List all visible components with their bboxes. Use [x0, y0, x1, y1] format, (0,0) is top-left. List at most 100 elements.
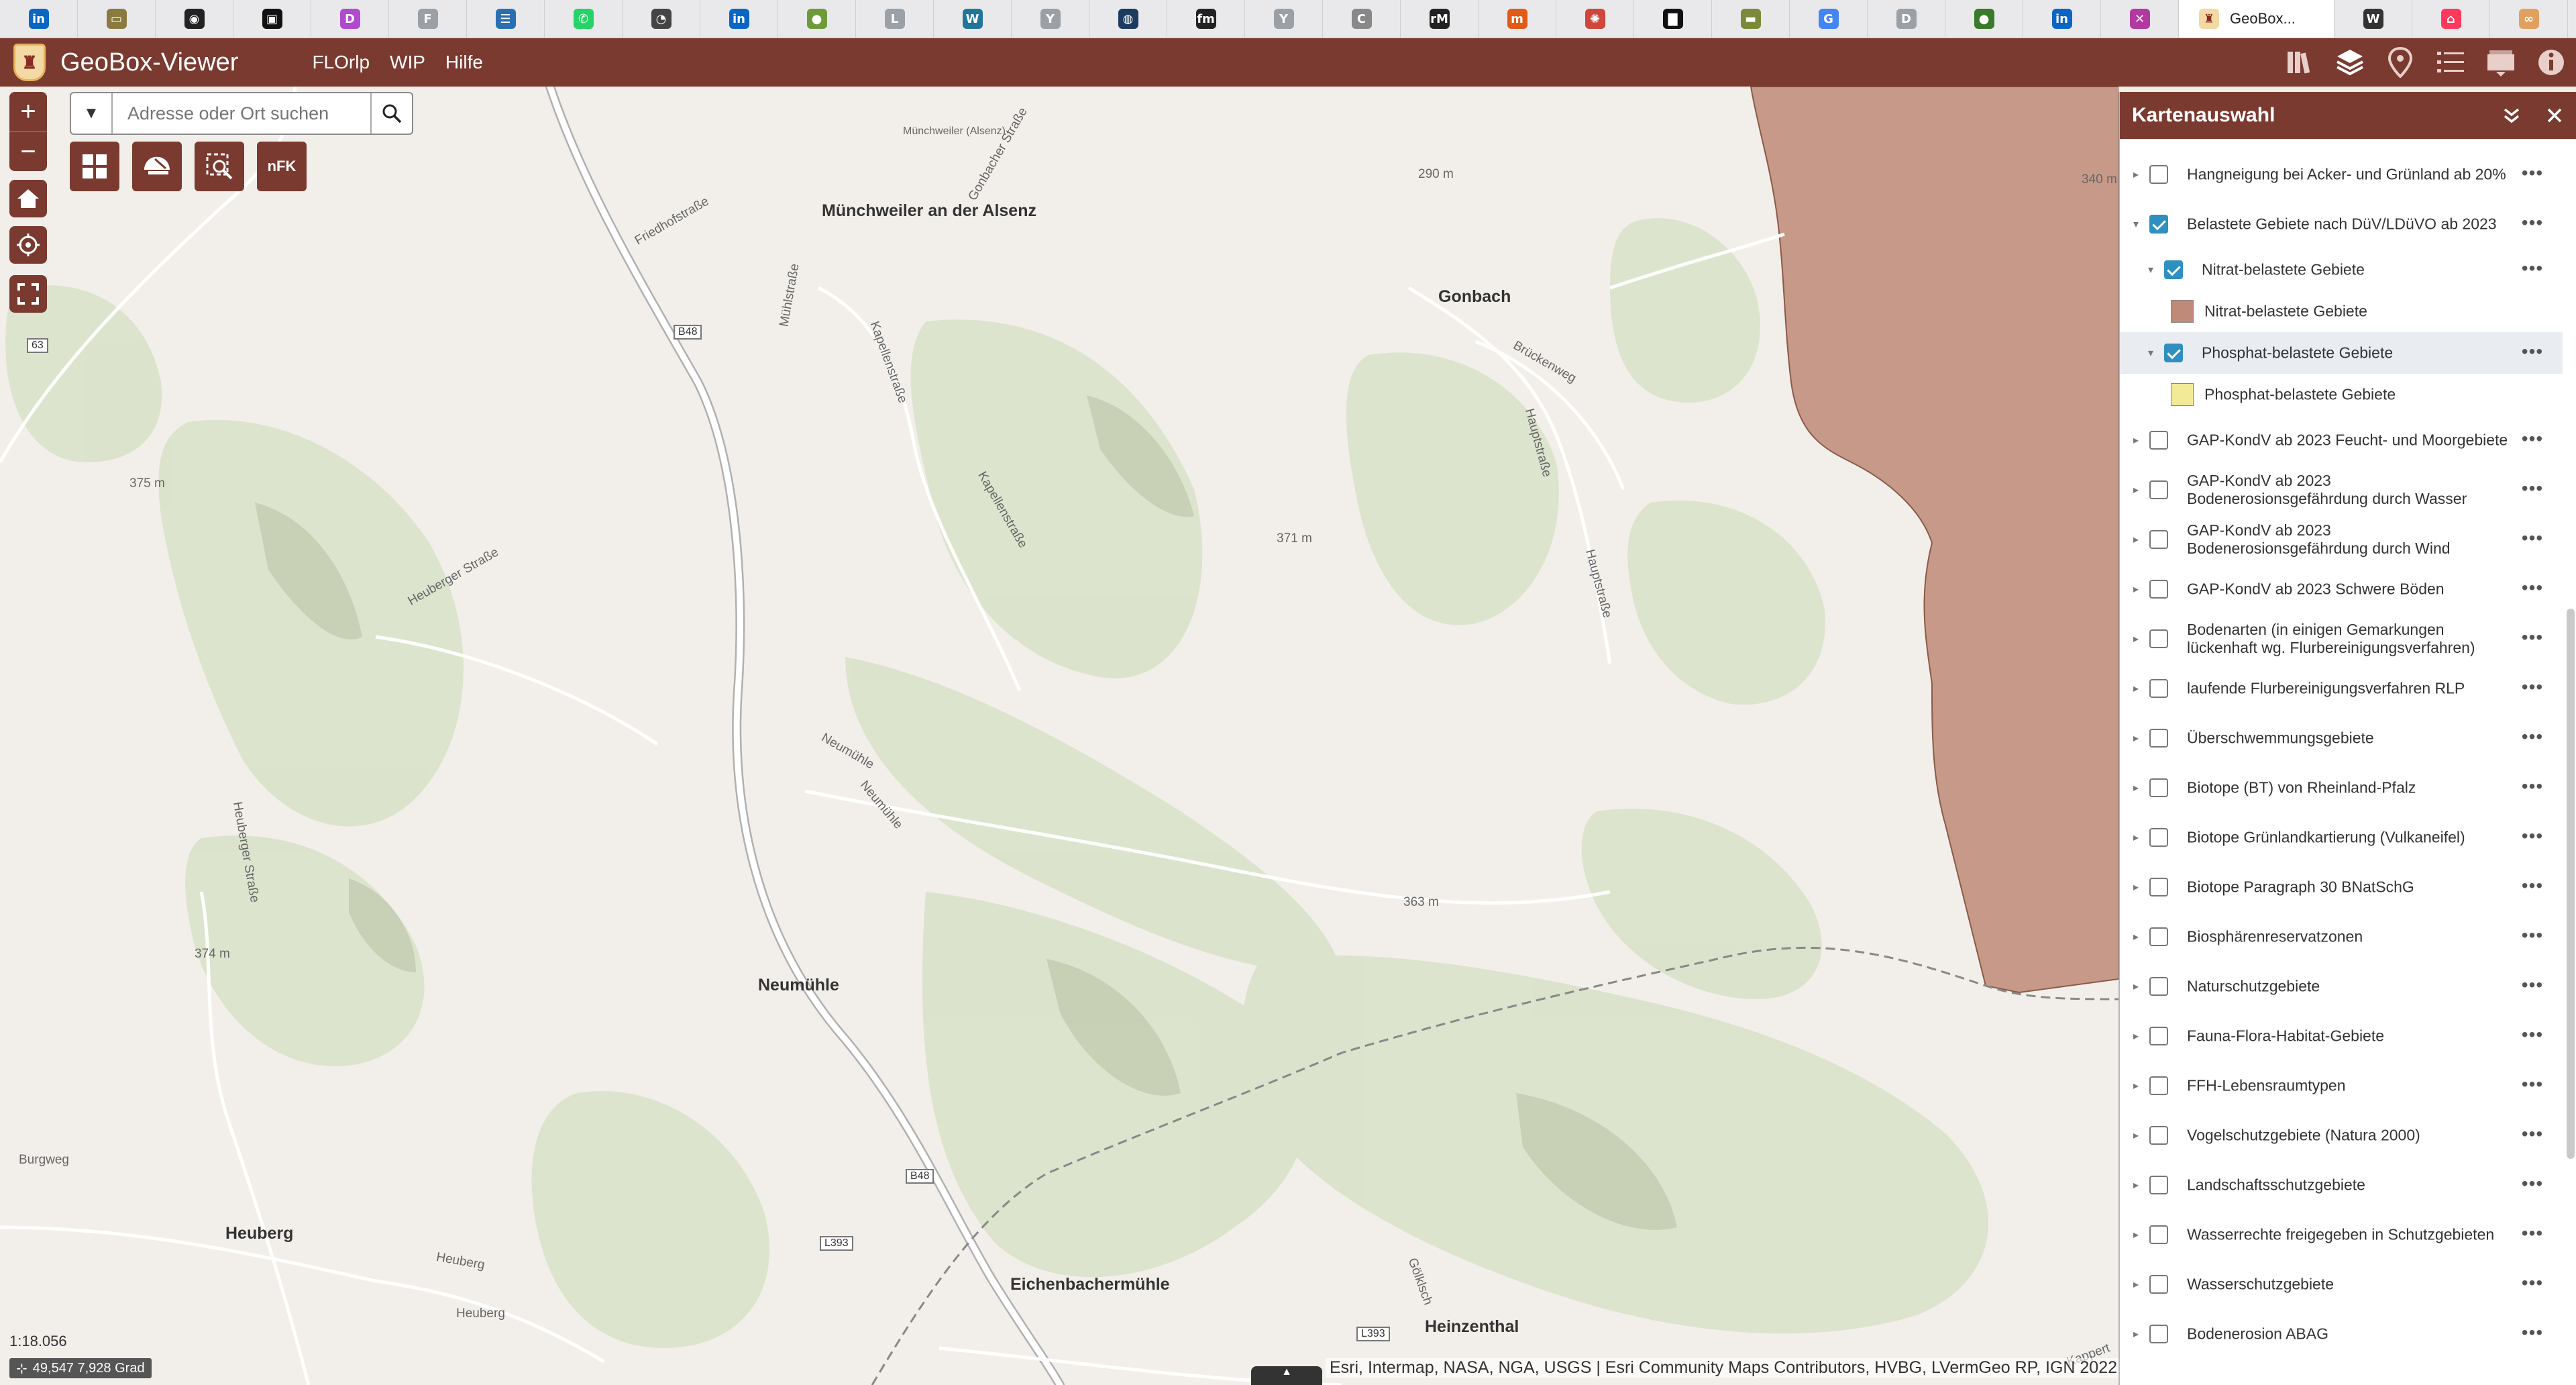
- browser-tab[interactable]: ◍: [1089, 0, 1167, 38]
- basemap-gallery-icon[interactable]: [2475, 38, 2526, 87]
- browser-tab[interactable]: L: [856, 0, 934, 38]
- layer-checkbox[interactable]: [2164, 260, 2183, 279]
- layer-row[interactable]: Nitrat-belastete Gebiete: [2120, 291, 2563, 332]
- layer-checkbox[interactable]: [2149, 927, 2168, 946]
- browser-tab[interactable]: ◉: [156, 0, 233, 38]
- layer-checkbox[interactable]: [2149, 778, 2168, 797]
- layer-row[interactable]: ▸ Landschaftsschutzgebiete •••: [2120, 1160, 2563, 1210]
- more-options-icon[interactable]: •••: [2519, 974, 2546, 996]
- layer-checkbox[interactable]: [2149, 431, 2168, 450]
- layer-row[interactable]: ▾ Phosphat-belastete Gebiete •••: [2120, 332, 2563, 374]
- layer-checkbox[interactable]: [2149, 1325, 2168, 1343]
- caret-right-icon[interactable]: ▸: [2129, 1079, 2143, 1092]
- browser-tab[interactable]: in: [2023, 0, 2101, 38]
- browser-tab[interactable]: in: [700, 0, 778, 38]
- more-options-icon[interactable]: •••: [2519, 627, 2546, 648]
- browser-tab[interactable]: in: [0, 0, 78, 38]
- more-options-icon[interactable]: •••: [2519, 1024, 2546, 1045]
- caret-right-icon[interactable]: ▸: [2129, 682, 2143, 695]
- layer-row[interactable]: ▸ GAP-KondV ab 2023 Feucht- und Moorgebie…: [2120, 415, 2563, 465]
- nav-wip[interactable]: WIP: [390, 52, 425, 73]
- browser-tab[interactable]: ●: [1945, 0, 2023, 38]
- browser-tab[interactable]: rM: [1401, 0, 1479, 38]
- more-options-icon[interactable]: •••: [2519, 1123, 2546, 1145]
- search-input[interactable]: [113, 94, 370, 133]
- zoom-out-button[interactable]: −: [9, 132, 47, 171]
- layer-row[interactable]: ▸ GAP-KondV ab 2023 Bodenerosionsgefährdu…: [2120, 465, 2563, 515]
- browser-tab[interactable]: fm: [1167, 0, 1245, 38]
- more-options-icon[interactable]: •••: [2519, 776, 2546, 797]
- layer-checkbox[interactable]: [2149, 729, 2168, 748]
- layer-row[interactable]: ▸ Vogelschutzgebiete (Natura 2000) •••: [2120, 1111, 2563, 1160]
- browser-tab[interactable]: ☰: [467, 0, 545, 38]
- more-options-icon[interactable]: •••: [2519, 428, 2546, 450]
- layer-checkbox[interactable]: [2149, 878, 2168, 896]
- more-options-icon[interactable]: •••: [2519, 162, 2546, 184]
- caret-right-icon[interactable]: ▸: [2129, 1029, 2143, 1043]
- browser-tab[interactable]: ●: [778, 0, 856, 38]
- collapse-button[interactable]: [2490, 92, 2533, 139]
- more-options-icon[interactable]: •••: [2519, 825, 2546, 847]
- layer-row[interactable]: ▸ GAP-KondV ab 2023 Bodenerosionsgefährdu…: [2120, 515, 2563, 564]
- caret-right-icon[interactable]: ▸: [2129, 980, 2143, 993]
- more-options-icon[interactable]: •••: [2519, 577, 2546, 599]
- layer-row[interactable]: ▸ Bodenerosion ABAG •••: [2120, 1309, 2563, 1359]
- more-options-icon[interactable]: •••: [2519, 676, 2546, 698]
- search-source-dropdown[interactable]: ▼: [71, 93, 113, 134]
- layer-checkbox[interactable]: [2149, 530, 2168, 549]
- layer-row[interactable]: ▸ Fauna-Flora-Habitat-Gebiete •••: [2120, 1011, 2563, 1061]
- more-options-icon[interactable]: •••: [2519, 1322, 2546, 1343]
- more-options-icon[interactable]: •••: [2519, 478, 2546, 499]
- map-view[interactable]: Münchweiler an der Alsenz Gonbach Neumüh…: [0, 87, 2118, 1385]
- layer-row[interactable]: ▸ Wasserrechte freigegeben in Schutzgebie…: [2120, 1210, 2563, 1260]
- browser-tab[interactable]: Y: [1245, 0, 1323, 38]
- caret-right-icon[interactable]: ▸: [2129, 731, 2143, 745]
- caret-down-icon[interactable]: ▾: [2144, 263, 2157, 276]
- layer-checkbox[interactable]: [2149, 580, 2168, 599]
- layer-row[interactable]: ▸ Naturschutzgebiete •••: [2120, 962, 2563, 1011]
- layer-row[interactable]: ▸ Überschwemmungsgebiete •••: [2120, 713, 2563, 763]
- tractor-widget-button[interactable]: [132, 142, 182, 191]
- browser-tab[interactable]: ▭: [78, 0, 156, 38]
- caret-right-icon[interactable]: ▸: [2129, 483, 2143, 497]
- more-options-icon[interactable]: •••: [2519, 925, 2546, 946]
- layer-checkbox[interactable]: [2164, 344, 2183, 362]
- layer-row[interactable]: ▸ Biotope (BT) von Rheinland-Pfalz •••: [2120, 763, 2563, 813]
- bottom-panel-handle[interactable]: ▲: [1251, 1366, 1322, 1385]
- caret-right-icon[interactable]: ▸: [2129, 1278, 2143, 1291]
- layer-checkbox[interactable]: [2149, 1027, 2168, 1045]
- location-pin-icon[interactable]: [2375, 38, 2425, 87]
- layer-row[interactable]: ▸ laufende Flurbereinigungsverfahren RLP •…: [2120, 664, 2563, 713]
- layer-checkbox[interactable]: [2149, 977, 2168, 996]
- browser-tab[interactable]: C: [1323, 0, 1401, 38]
- browser-tab[interactable]: W: [2334, 0, 2412, 38]
- more-options-icon[interactable]: •••: [2519, 726, 2546, 748]
- caret-right-icon[interactable]: ▸: [2129, 1178, 2143, 1192]
- library-icon[interactable]: [2274, 38, 2324, 87]
- fullscreen-button[interactable]: [9, 275, 47, 313]
- layers-icon[interactable]: [2324, 38, 2375, 87]
- locate-button[interactable]: [9, 226, 47, 264]
- search-button[interactable]: [370, 93, 412, 134]
- browser-tab[interactable]: ✕: [2101, 0, 2179, 38]
- legend-list-icon[interactable]: [2425, 38, 2475, 87]
- caret-right-icon[interactable]: ▸: [2129, 930, 2143, 943]
- browser-tab[interactable]: ▬: [1712, 0, 1790, 38]
- layer-row[interactable]: ▸ FFH-Lebensraumtypen •••: [2120, 1061, 2563, 1111]
- browser-tab[interactable]: D: [311, 0, 389, 38]
- panel-scrollbar[interactable]: [2567, 609, 2575, 1159]
- layer-checkbox[interactable]: [2149, 215, 2168, 234]
- browser-tab-active[interactable]: ♜ GeoBox...: [2179, 0, 2334, 38]
- home-button[interactable]: [9, 180, 47, 217]
- nav-hilfe[interactable]: Hilfe: [445, 52, 483, 73]
- layer-row[interactable]: ▸ GAP-KondV ab 2023 Schwere Böden •••: [2120, 564, 2563, 614]
- layer-checkbox[interactable]: [2149, 629, 2168, 648]
- caret-right-icon[interactable]: ▸: [2129, 582, 2143, 596]
- browser-tab[interactable]: G: [1790, 0, 1868, 38]
- more-options-icon[interactable]: •••: [2519, 527, 2546, 549]
- info-icon[interactable]: [2526, 38, 2576, 87]
- layer-checkbox[interactable]: [2149, 1275, 2168, 1294]
- more-options-icon[interactable]: •••: [2519, 1173, 2546, 1194]
- caret-right-icon[interactable]: ▸: [2129, 632, 2143, 646]
- more-options-icon[interactable]: •••: [2519, 341, 2546, 362]
